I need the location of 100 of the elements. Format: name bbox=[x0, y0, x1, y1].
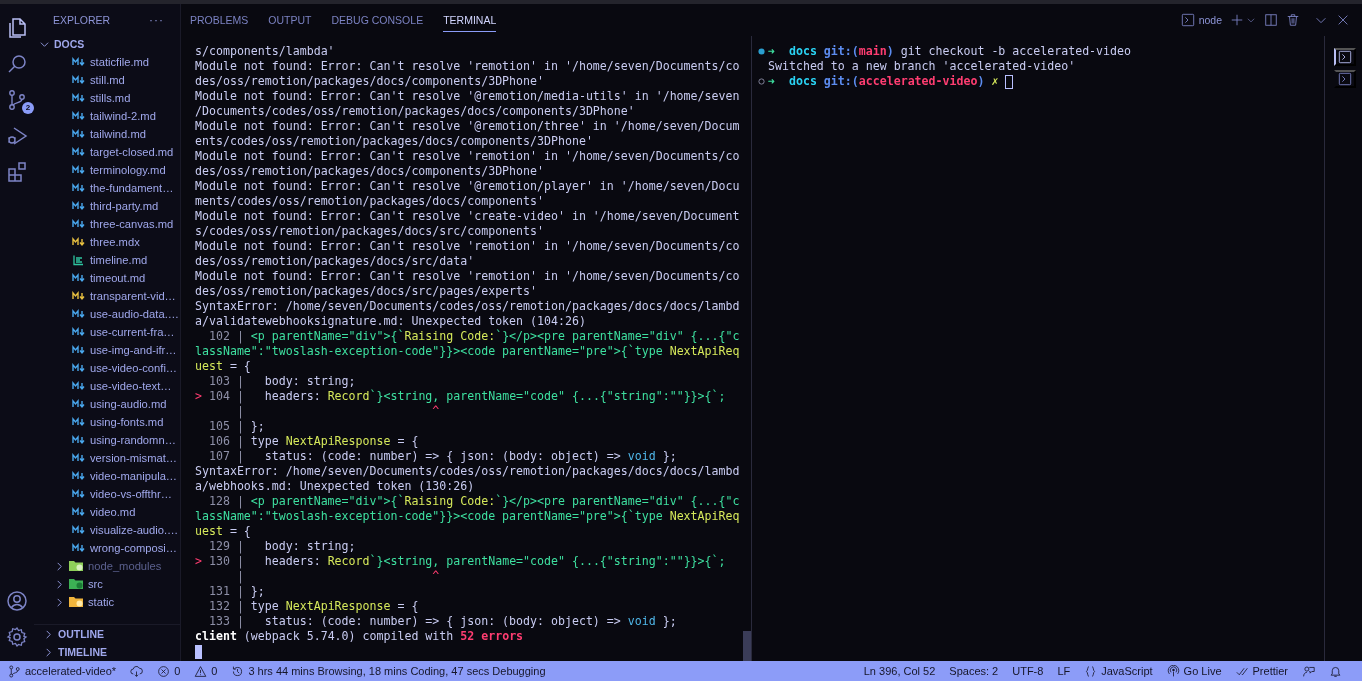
file-item[interactable]: transparent-vid… bbox=[34, 287, 180, 305]
panel-tab[interactable]: PROBLEMS bbox=[190, 8, 249, 32]
status-item[interactable]: UTF-8 bbox=[1012, 665, 1044, 677]
language-mode[interactable]: JavaScript bbox=[1084, 664, 1153, 678]
file-item[interactable]: three-canvas.md bbox=[34, 215, 180, 233]
run-debug-icon[interactable] bbox=[5, 124, 29, 148]
file-item[interactable]: using-fonts.md bbox=[34, 413, 180, 431]
file-item[interactable]: version-mismat… bbox=[34, 449, 180, 467]
status-item[interactable]: Ln 396, Col 52 bbox=[863, 665, 936, 677]
file-item[interactable]: terminology.md bbox=[34, 161, 180, 179]
history-icon bbox=[231, 664, 245, 678]
panel-tab[interactable]: TERMINAL bbox=[443, 8, 497, 32]
terminal-line: > 104 | headers: Record`}<string, parentName="code" {...{"string":""}}>{`; bbox=[195, 389, 727, 404]
file-item[interactable]: third-party.md bbox=[34, 197, 180, 215]
prettier-item[interactable]: Prettier bbox=[1235, 664, 1288, 678]
panel-tab[interactable]: DEBUG CONSOLE bbox=[331, 8, 424, 32]
error-count[interactable]: 0 bbox=[157, 664, 181, 678]
file-item[interactable]: video.md bbox=[34, 503, 180, 521]
sync-item[interactable] bbox=[130, 664, 144, 678]
markdown-icon bbox=[72, 93, 85, 103]
cloud-icon bbox=[130, 664, 144, 678]
markdown-icon bbox=[72, 165, 85, 175]
terminal-line: des/oss/remotion/packages/docs/components/3DPhone' bbox=[195, 74, 545, 89]
go-live-button[interactable]: Go Live bbox=[1166, 664, 1222, 678]
file-item[interactable]: video-manipula… bbox=[34, 467, 180, 485]
markdown-icon bbox=[72, 417, 85, 427]
file-item[interactable]: tailwind.md bbox=[34, 125, 180, 143]
file-item[interactable]: staticfile.md bbox=[34, 53, 180, 71]
terminal-line: s/components/lambda' bbox=[195, 44, 336, 59]
markdown-icon bbox=[72, 219, 85, 229]
time-tracking-item[interactable]: 3 hrs 44 mins Browsing, 18 mins Coding, 47 secs Debugging bbox=[231, 664, 546, 678]
section-header[interactable]: TIMELINE bbox=[34, 643, 180, 661]
count-badge: 2 bbox=[22, 102, 34, 114]
close-icon[interactable] bbox=[1336, 13, 1350, 27]
file-item[interactable]: stills.md bbox=[34, 89, 180, 107]
file-item[interactable]: use-audio-data.… bbox=[34, 305, 180, 323]
notifications-button[interactable] bbox=[1329, 664, 1342, 678]
terminal-icon bbox=[1338, 50, 1352, 64]
file-item[interactable]: video-vs-offthr… bbox=[34, 485, 180, 503]
extensions-icon[interactable] bbox=[5, 160, 29, 184]
markdown-icon bbox=[72, 435, 85, 445]
scrollbar-thumb[interactable] bbox=[743, 631, 751, 661]
file-item[interactable]: using-audio.md bbox=[34, 395, 180, 413]
terminal-tab[interactable] bbox=[1334, 48, 1356, 66]
file-item[interactable]: still.md bbox=[34, 71, 180, 89]
file-item[interactable]: use-img-and-ifr… bbox=[34, 341, 180, 359]
markdown-icon bbox=[72, 543, 85, 553]
terminal-line: 131 | }; bbox=[207, 584, 266, 599]
file-item[interactable]: using-randomn… bbox=[34, 431, 180, 449]
terminal-line: | ^ bbox=[235, 569, 441, 584]
error-icon bbox=[157, 664, 171, 678]
folder-icon bbox=[69, 596, 84, 608]
status-item[interactable]: LF bbox=[1057, 665, 1071, 677]
settings-icon[interactable] bbox=[5, 625, 29, 649]
branch-item[interactable]: accelerated-video* bbox=[8, 664, 117, 678]
section-header[interactable]: OUTLINE bbox=[34, 625, 180, 643]
terminal-line: 107 | status: (code: number) => { json: (body: object) => void }; bbox=[207, 449, 678, 464]
file-item[interactable]: the-fundament… bbox=[34, 179, 180, 197]
terminal-line: lassName":"twoslash-exception-code"}}><code parentName="pre">{`type NextApiReq bbox=[195, 509, 741, 524]
terminal-line: 106 | type NextApiResponse = { bbox=[207, 434, 420, 449]
terminal-name[interactable]: node bbox=[1198, 14, 1222, 26]
folder-item[interactable]: src bbox=[34, 575, 180, 593]
account-icon[interactable] bbox=[5, 589, 29, 613]
folder-icon bbox=[69, 560, 84, 572]
terminal-line: des/oss/remotion/packages/docs/src/pages/experts' bbox=[195, 284, 539, 299]
file-item[interactable]: tailwind-2.md bbox=[34, 107, 180, 125]
terminal-line: | ^ bbox=[235, 404, 441, 419]
file-item[interactable]: timeout.md bbox=[34, 269, 180, 287]
terminal-line: ➜ docs git:(accelerated-video) ✗ bbox=[768, 74, 1000, 89]
markdown-icon bbox=[72, 471, 85, 481]
branch-icon bbox=[8, 664, 21, 678]
terminal-icon bbox=[1180, 13, 1195, 27]
folder-item[interactable]: static bbox=[34, 593, 180, 611]
panel-tab[interactable]: OUTPUT bbox=[268, 8, 312, 32]
feedback-button[interactable] bbox=[1302, 664, 1315, 678]
file-item[interactable]: target-closed.md bbox=[34, 143, 180, 161]
workspace-folder[interactable]: DOCS bbox=[34, 35, 180, 53]
status-item[interactable]: Spaces: 2 bbox=[949, 665, 999, 677]
file-item[interactable]: visualize-audio.… bbox=[34, 521, 180, 539]
file-item[interactable]: timeline.md bbox=[34, 251, 180, 269]
terminal-line: Module not found: Error: Can't resolve '@remotion/media-utils' in '/home/seven bbox=[195, 89, 741, 104]
more-actions-button[interactable]: ··· bbox=[149, 12, 164, 27]
terminal-line: 132 | type NextApiResponse = { bbox=[207, 599, 420, 614]
file-item[interactable]: use-current-fra… bbox=[34, 323, 180, 341]
markdown-icon bbox=[72, 147, 85, 157]
file-item[interactable]: use-video-confi… bbox=[34, 359, 180, 377]
file-item[interactable]: use-video-text… bbox=[34, 377, 180, 395]
markdown-icon bbox=[72, 489, 85, 499]
file-item[interactable]: three.mdx bbox=[34, 233, 180, 251]
markdown-icon bbox=[72, 363, 85, 373]
terminal-icon bbox=[1338, 72, 1352, 86]
file-item[interactable]: wrong-composi… bbox=[34, 539, 180, 557]
terminal-line: 102 | <p parentName="div">{`Raising Code:`}</p><pre parentName="div" {...{"c bbox=[207, 329, 741, 344]
warning-count[interactable]: 0 bbox=[194, 664, 218, 678]
split-icon[interactable] bbox=[1264, 13, 1278, 27]
warning-icon bbox=[194, 664, 208, 678]
terminal-line: des/oss/remotion/packages/docs/components/3DPhone' bbox=[195, 164, 545, 179]
terminal-line: SyntaxError: /home/seven/Documents/codes/oss/remotion/packages/docs/docs/lambd bbox=[195, 299, 741, 314]
terminal-line: 103 | body: string; bbox=[207, 374, 357, 389]
trash-icon[interactable] bbox=[1286, 13, 1300, 27]
